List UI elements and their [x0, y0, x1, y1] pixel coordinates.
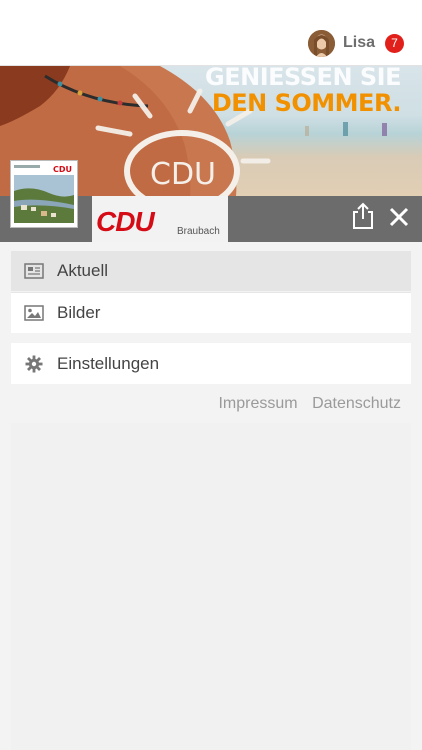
menu-item-label: Einstellungen — [57, 353, 160, 373]
share-icon[interactable] — [350, 202, 376, 230]
menu-item-label: Bilder — [57, 303, 101, 322]
menu-item-label: Aktuell — [57, 261, 109, 280]
image-icon — [23, 302, 45, 324]
sunscreen-text: CDU — [150, 157, 216, 192]
newspaper-icon — [23, 260, 45, 282]
avatar[interactable] — [307, 29, 335, 57]
user-menu[interactable]: Lisa 7 — [307, 29, 404, 57]
menu-item-bilder[interactable]: Bilder — [11, 292, 411, 333]
datenschutz-link[interactable]: Datenschutz — [312, 395, 401, 412]
brand-subtitle: Braubach — [177, 226, 220, 237]
impressum-link[interactable]: Impressum — [218, 395, 297, 412]
profile-thumbnail[interactable]: CDU — [10, 160, 78, 228]
brand-box: CDU Braubach — [92, 196, 228, 242]
content-area — [11, 423, 411, 750]
cdu-logo: CDU — [96, 206, 155, 237]
notification-badge[interactable]: 7 — [385, 33, 404, 53]
banner-slogan-line2: DEN SOMMER. — [211, 89, 402, 117]
gear-icon — [23, 353, 45, 375]
thumb-logo: CDU — [53, 165, 72, 174]
menu-item-einstellungen[interactable]: Einstellungen — [11, 343, 411, 384]
banner-slogan-line1: GENIESSEN SIE — [205, 66, 401, 91]
username[interactable]: Lisa — [343, 34, 375, 52]
top-bar: Lisa 7 — [0, 0, 422, 66]
footer-links: Impressum Datenschutz — [208, 395, 401, 413]
menu-item-aktuell[interactable]: Aktuell — [11, 251, 411, 291]
close-icon[interactable] — [386, 204, 412, 230]
